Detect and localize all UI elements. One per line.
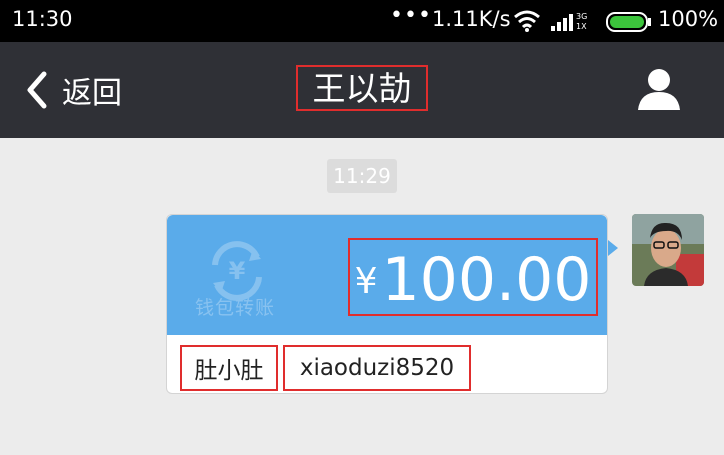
- network-speed: 1.11K/s: [432, 7, 511, 31]
- nav-bar: 返回 王以劼: [0, 42, 724, 138]
- person-icon[interactable]: [636, 66, 682, 112]
- recipient-account-highlight: xiaoduzi8520: [283, 345, 471, 391]
- svg-text:3G: 3G: [576, 12, 587, 21]
- status-bar: 11:30 ••• 1.11K/s 3G 1X 100%: [0, 0, 724, 42]
- avatar[interactable]: [632, 214, 704, 286]
- title-highlight: 王以劼: [296, 65, 428, 111]
- recipient-name-highlight: 肚小肚: [180, 345, 278, 391]
- signal-icon: 3G 1X: [551, 12, 587, 31]
- wallet-transfer-icon: ¥: [212, 241, 262, 301]
- avatar-photo: [632, 214, 704, 286]
- status-dots: •••: [390, 3, 432, 28]
- status-time: 11:30: [12, 7, 73, 31]
- svg-text:¥: ¥: [229, 257, 246, 285]
- page-title: 王以劼: [312, 68, 412, 108]
- back-label: 返回: [62, 76, 122, 111]
- battery-percent: 100%: [658, 7, 719, 31]
- wallet-transfer-label: 钱包转账: [195, 297, 276, 319]
- wifi-icon: [514, 10, 540, 32]
- message-timestamp: 11:29: [327, 159, 397, 193]
- bubble-pointer: [608, 240, 618, 256]
- transfer-card-header: ¥ 钱包转账 ¥ 100.00: [167, 215, 607, 335]
- recipient-name: 肚小肚: [194, 358, 264, 384]
- recipient-account: xiaoduzi8520: [299, 355, 455, 381]
- svg-text:1X: 1X: [576, 22, 587, 31]
- battery-icon: [606, 12, 651, 32]
- chevron-left-icon: [27, 71, 47, 109]
- amount-highlight: ¥ 100.00: [348, 238, 598, 316]
- back-button[interactable]: 返回: [24, 66, 122, 114]
- currency-symbol: ¥: [354, 261, 378, 302]
- transfer-amount: 100.00: [381, 245, 592, 315]
- transfer-card[interactable]: ¥ 钱包转账 ¥ 100.00 肚小肚 xiaoduzi8520: [166, 214, 608, 394]
